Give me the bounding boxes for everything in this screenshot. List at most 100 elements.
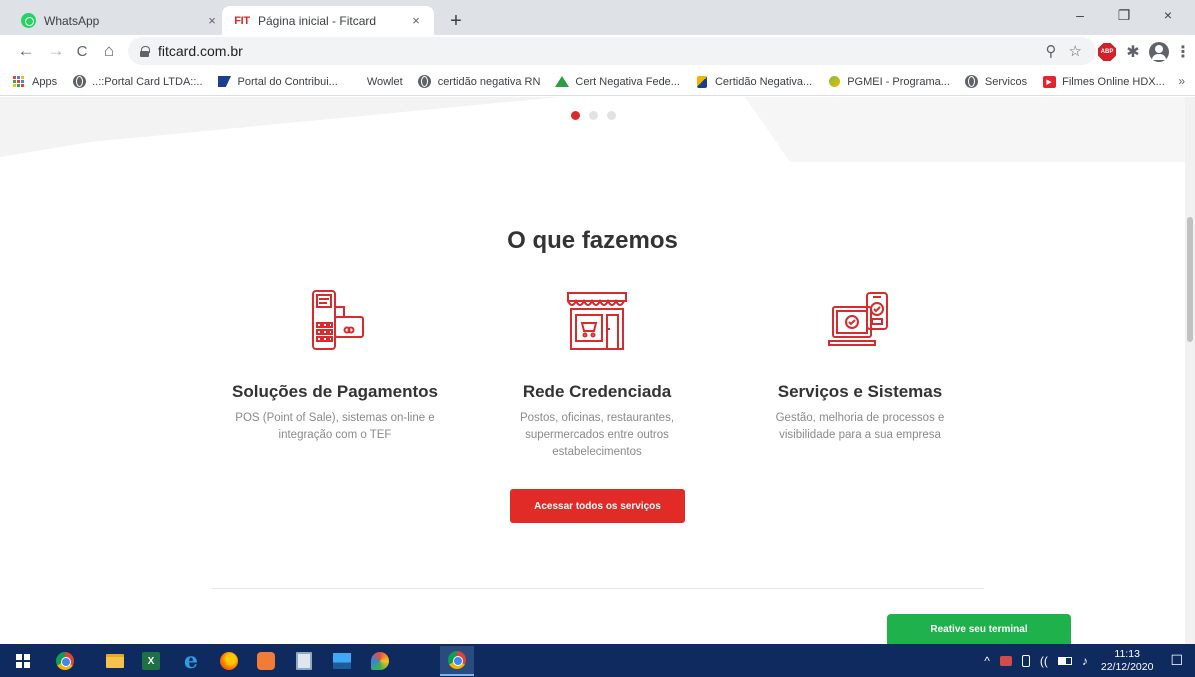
hero-background-shape xyxy=(0,97,1185,162)
portal-icon xyxy=(218,75,232,89)
bookmark-label: Filmes Online HDX... xyxy=(1062,75,1165,88)
bookmark-certidao-negativa[interactable]: Certidão Negativa... xyxy=(695,75,812,89)
extensions-button[interactable]: ✱ xyxy=(1122,41,1144,63)
video-icon: ▶ xyxy=(1042,75,1056,89)
browser-tab-strip: WhatsApp × FIT Página inicial - Fitcard … xyxy=(0,0,1195,35)
globe-icon xyxy=(418,75,432,89)
tab-title: WhatsApp xyxy=(44,13,100,28)
kebab-menu-icon: ⋮ xyxy=(1175,44,1191,61)
apps-grid-icon xyxy=(12,75,26,89)
bookmark-pgmei[interactable]: PGMEI - Programa... xyxy=(827,75,950,89)
avatar-icon xyxy=(1149,42,1169,62)
taskbar-paint[interactable] xyxy=(365,646,395,676)
volume-icon[interactable]: ♪ xyxy=(1082,654,1088,668)
firefox-icon xyxy=(220,652,238,670)
carousel-dot[interactable] xyxy=(589,111,598,120)
close-window-button[interactable]: × xyxy=(1146,0,1190,30)
start-button[interactable] xyxy=(8,646,38,676)
browser-menu-button[interactable]: ⋮ xyxy=(1172,41,1194,63)
adblock-extension-button[interactable]: ABP xyxy=(1096,41,1118,63)
windows-taskbar: X e ^ (( ♪ 11:13 22/12/2020 ☐ xyxy=(0,644,1195,677)
taskbar-excel[interactable]: X xyxy=(136,646,166,676)
minimize-button[interactable]: – xyxy=(1058,0,1102,30)
carousel-dot[interactable] xyxy=(607,111,616,120)
bookmark-certidao-rn[interactable]: certidão negativa RN xyxy=(418,75,541,89)
tab-whatsapp[interactable]: WhatsApp × xyxy=(8,6,230,35)
chevron-up-icon[interactable]: ^ xyxy=(984,654,990,668)
clock-date: 22/12/2020 xyxy=(1100,660,1154,673)
restore-button[interactable]: ❐ xyxy=(1102,0,1146,30)
taskbar-chrome[interactable] xyxy=(50,646,80,676)
devices-check-icon xyxy=(828,292,888,346)
bookmark-label: ..::Portal Card LTDA::.. xyxy=(92,75,203,88)
bookmark-label: Apps xyxy=(32,75,58,88)
taskbar-edge[interactable]: e xyxy=(176,646,206,676)
forward-button[interactable]: → xyxy=(44,39,68,63)
bookmark-servicos[interactable]: Servicos xyxy=(965,75,1027,89)
service-card-rede: Rede Credenciada Postos, oficinas, resta… xyxy=(467,287,727,461)
taskbar-word[interactable] xyxy=(289,646,319,676)
home-button[interactable]: ⌂ xyxy=(97,39,121,63)
bookmark-filmes[interactable]: ▶ Filmes Online HDX... xyxy=(1042,75,1165,89)
bookmark-cert-federal[interactable]: Cert Negativa Fede... xyxy=(555,75,680,89)
service-title: Rede Credenciada xyxy=(522,382,672,401)
taskbar-file-explorer[interactable] xyxy=(100,646,130,676)
bookmark-label: Cert Negativa Fede... xyxy=(575,75,680,88)
adblock-icon: ABP xyxy=(1098,43,1116,61)
profile-button[interactable] xyxy=(1148,41,1170,63)
service-card-sistemas: Serviços e Sistemas Gestão, melhoria de … xyxy=(730,287,990,444)
carousel-indicators xyxy=(571,111,616,120)
carousel-dot[interactable] xyxy=(571,111,580,120)
notifications-icon[interactable]: ☐ xyxy=(1170,652,1183,669)
clock[interactable]: 11:13 22/12/2020 xyxy=(1101,648,1154,674)
system-tray: ^ (( ♪ 11:13 22/12/2020 ☐ xyxy=(979,644,1195,677)
bookmark-apps[interactable]: Apps xyxy=(12,75,57,89)
tab-close-icon[interactable]: × xyxy=(204,13,220,29)
taskbar-firefox[interactable] xyxy=(214,646,244,676)
all-services-button[interactable]: Acessar todos os serviços xyxy=(510,489,685,523)
service-description: Postos, oficinas, restaurantes, supermer… xyxy=(519,412,675,458)
pos-terminal-icon xyxy=(312,290,364,350)
bookmark-label: Certidão Negativa... xyxy=(714,75,813,88)
tab-fitcard[interactable]: FIT Página inicial - Fitcard × xyxy=(222,6,434,35)
taskbar-photos[interactable] xyxy=(327,646,357,676)
page-scrollbar[interactable] xyxy=(1185,97,1195,644)
app-icon xyxy=(257,652,275,670)
taskbar-chrome-active[interactable] xyxy=(440,646,474,676)
back-button[interactable]: ← xyxy=(14,39,38,63)
bookmark-wowlet[interactable]: Wowlet xyxy=(367,76,403,88)
app-tray-icon[interactable] xyxy=(999,655,1012,666)
tab-close-icon[interactable]: × xyxy=(408,13,424,29)
new-tab-button[interactable]: + xyxy=(444,9,468,33)
storefront-icon xyxy=(567,292,627,350)
bookmarks-bar: Apps ..::Portal Card LTDA::.. Portal do … xyxy=(0,68,1195,96)
bookmark-label: certidão negativa RN xyxy=(437,75,541,88)
url-text[interactable]: fitcard.com.br xyxy=(158,43,243,59)
pen-icon[interactable] xyxy=(1021,654,1030,667)
section-divider xyxy=(212,588,984,589)
chrome-icon xyxy=(56,652,74,670)
bookmark-portal-card[interactable]: ..::Portal Card LTDA::.. xyxy=(72,75,203,89)
fitcard-icon: FIT xyxy=(234,13,250,29)
zoom-icon[interactable]: ⚲ xyxy=(1046,42,1057,60)
fgts-icon xyxy=(695,75,709,89)
reload-button[interactable]: C xyxy=(70,39,94,63)
section-title: O que fazemos xyxy=(507,227,678,254)
bookmark-label: Servicos xyxy=(984,75,1028,88)
reactivate-terminal-button[interactable]: Reative seu terminal xyxy=(887,614,1071,644)
page-viewport: O que fazemos Soluções de Pagamentos POS… xyxy=(0,97,1185,644)
globe-icon xyxy=(72,75,86,89)
bookmark-star-icon[interactable]: ☆ xyxy=(1069,42,1082,60)
bookmark-portal-contribuinte[interactable]: Portal do Contribui... xyxy=(218,75,338,89)
puzzle-icon: ✱ xyxy=(1126,44,1140,61)
whatsapp-icon xyxy=(20,13,36,29)
bookmarks-overflow-icon[interactable]: » xyxy=(1178,74,1185,88)
folder-icon xyxy=(106,654,124,668)
scrollbar-thumb[interactable] xyxy=(1187,217,1193,342)
lock-icon xyxy=(140,45,150,57)
address-bar[interactable]: fitcard.com.br ⚲ ☆ xyxy=(128,37,1096,65)
browser-toolbar: ← → C ⌂ fitcard.com.br ⚲ ☆ ABP ✱ ⋮ xyxy=(0,35,1195,68)
taskbar-app-fox[interactable] xyxy=(251,646,281,676)
battery-icon[interactable] xyxy=(1057,656,1072,665)
network-icon[interactable]: (( xyxy=(1040,654,1048,668)
